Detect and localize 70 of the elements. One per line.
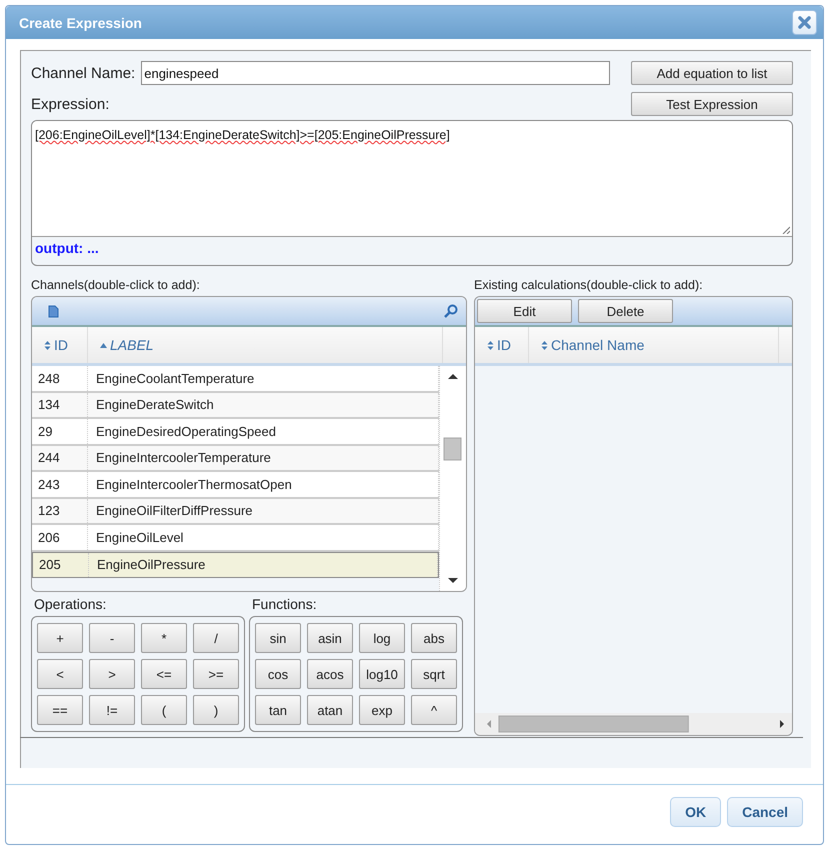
key-button[interactable]: abs xyxy=(411,623,457,653)
key-button[interactable]: + xyxy=(37,623,83,653)
table-row[interactable]: 248 EngineCoolantTemperature xyxy=(32,366,439,392)
key-button[interactable]: acos xyxy=(307,659,353,689)
search-icon[interactable] xyxy=(444,304,458,318)
table-row[interactable]: 205 EngineOilPressure xyxy=(32,552,439,578)
key-button[interactable]: atan xyxy=(307,695,353,725)
table-cell: 205 xyxy=(33,552,89,577)
key-button[interactable]: tan xyxy=(255,695,301,725)
sort-icon xyxy=(44,340,51,350)
table-cell: 134 xyxy=(32,392,88,417)
key-button[interactable]: == xyxy=(37,695,83,725)
table-row[interactable]: 134 EngineDerateSwitch xyxy=(32,392,439,419)
key-button[interactable]: cos xyxy=(255,659,301,689)
column-header[interactable]: Channel Name xyxy=(529,327,779,363)
key-button[interactable]: != xyxy=(89,695,135,725)
window-title: Create Expression xyxy=(19,14,143,30)
test-expression-button[interactable]: Test Expression xyxy=(631,92,793,116)
table-row[interactable]: 243 EngineIntercoolerThermosatOpen xyxy=(32,472,439,498)
close-button[interactable] xyxy=(792,10,817,35)
key-button[interactable]: exp xyxy=(359,695,405,725)
table-cell: 206 xyxy=(32,525,88,550)
channel-name-field[interactable]: enginespeed xyxy=(141,61,610,85)
key-button[interactable]: asin xyxy=(307,623,353,653)
dialog-button[interactable]: OK xyxy=(670,797,722,827)
toolbar-button[interactable]: Delete xyxy=(578,299,673,323)
table-cell: 248 xyxy=(32,366,88,390)
field-label: Expression: xyxy=(31,96,110,112)
toolbar-button[interactable]: Edit xyxy=(477,299,572,323)
section-caption: Channels(double-click to add): xyxy=(31,278,200,294)
column-header[interactable]: ID xyxy=(32,327,88,363)
column-header[interactable]: ID xyxy=(475,327,529,363)
key-button[interactable]: log xyxy=(359,623,405,653)
dialog-button[interactable]: Cancel xyxy=(727,797,803,827)
table-cell: EngineOilPressure xyxy=(89,552,438,577)
key-button[interactable]: sqrt xyxy=(411,659,457,689)
table-row[interactable]: 244 EngineIntercoolerTemperature xyxy=(32,446,439,472)
table-cell: 123 xyxy=(32,498,88,523)
table-row[interactable]: 123 EngineOilFilterDiffPressure xyxy=(32,498,439,525)
sort-icon xyxy=(541,340,548,350)
table-cell: 244 xyxy=(32,446,88,470)
key-button[interactable]: ) xyxy=(193,695,239,725)
field-label: Channel Name: xyxy=(31,64,136,82)
key-button[interactable]: - xyxy=(89,623,135,653)
key-button[interactable]: <= xyxy=(141,659,187,689)
key-button[interactable]: ^ xyxy=(411,695,457,725)
key-button[interactable]: ( xyxy=(141,695,187,725)
expression-field[interactable]: [206:EngineOilLevel]*[134:EngineDerateSwitch]>=[205:EngineOilPressure] xyxy=(32,121,792,237)
table-row[interactable]: 29 EngineDesiredOperatingSpeed xyxy=(32,419,439,446)
section-caption: Operations: xyxy=(33,596,106,614)
document-icon[interactable] xyxy=(48,304,59,318)
column-header[interactable]: LABEL xyxy=(88,327,443,363)
key-button[interactable]: < xyxy=(37,659,83,689)
key-button[interactable]: / xyxy=(193,623,239,653)
key-button[interactable]: sin xyxy=(255,623,301,653)
sort-icon xyxy=(487,340,494,350)
key-button[interactable]: * xyxy=(141,623,187,653)
table-cell: 243 xyxy=(32,472,88,496)
table-cell: 29 xyxy=(32,419,88,444)
sort-up-icon xyxy=(100,340,107,350)
close-icon xyxy=(798,16,811,29)
resize-grip-icon[interactable] xyxy=(782,226,790,234)
key-button[interactable]: log10 xyxy=(359,659,405,689)
add-equation-button[interactable]: Add equation to list xyxy=(631,61,793,85)
table-row[interactable]: 206 EngineOilLevel xyxy=(32,525,439,552)
key-button[interactable]: > xyxy=(89,659,135,689)
section-caption: Existing calculations(double-click to add): xyxy=(474,278,703,294)
section-caption: Functions: xyxy=(251,596,317,614)
key-button[interactable]: >= xyxy=(193,659,239,689)
output-text: output: ... xyxy=(34,239,100,258)
